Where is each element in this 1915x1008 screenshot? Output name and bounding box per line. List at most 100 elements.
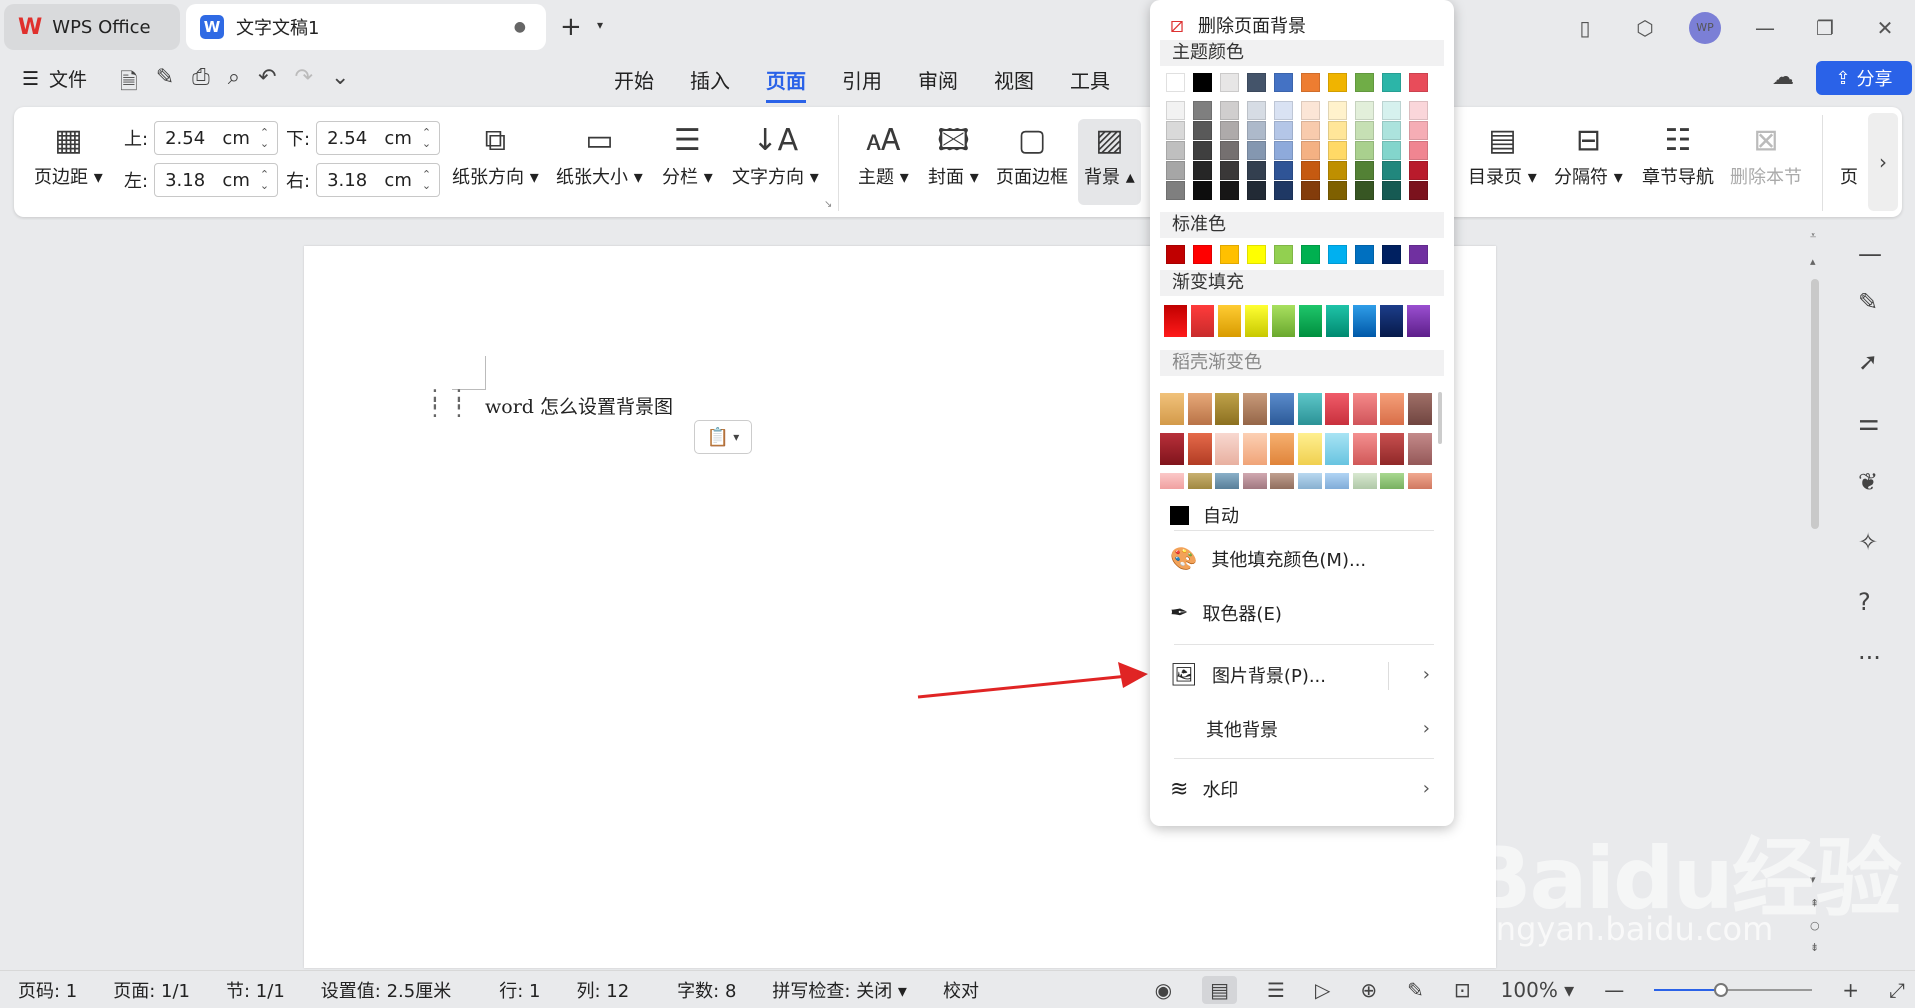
remove-page-background-item[interactable]: ⧄ 删除页面背景 xyxy=(1170,12,1306,38)
other-background-item[interactable]: 其他背景 xyxy=(1170,716,1278,742)
docer-gradient-swatch[interactable] xyxy=(1242,473,1267,489)
theme-shade-swatch[interactable] xyxy=(1274,181,1293,200)
theme-shade-swatch[interactable] xyxy=(1382,161,1401,180)
theme-shade-swatch[interactable] xyxy=(1166,181,1185,200)
standard-color-swatch[interactable] xyxy=(1328,245,1347,264)
gradient-fill-swatch[interactable] xyxy=(1164,305,1187,337)
docer-gradient-swatch[interactable] xyxy=(1380,433,1404,465)
theme-shade-swatch[interactable] xyxy=(1355,141,1374,160)
docer-gradient-swatch[interactable] xyxy=(1270,433,1294,465)
gradient-fill-swatch[interactable] xyxy=(1353,305,1376,337)
docer-gradient-swatch[interactable] xyxy=(1297,433,1322,465)
theme-shade-swatch[interactable] xyxy=(1328,161,1347,180)
theme-color-swatch[interactable] xyxy=(1301,73,1320,92)
docer-gradient-swatch[interactable] xyxy=(1352,473,1377,489)
theme-shade-swatch[interactable] xyxy=(1382,141,1401,160)
docer-gradient-swatch[interactable] xyxy=(1187,393,1212,425)
theme-shade-swatch[interactable] xyxy=(1220,181,1239,200)
theme-shade-swatch[interactable] xyxy=(1328,101,1347,120)
docer-gradient-swatch[interactable] xyxy=(1160,433,1184,465)
standard-color-swatch[interactable] xyxy=(1409,245,1428,264)
standard-color-swatch[interactable] xyxy=(1301,245,1320,264)
theme-shade-swatch[interactable] xyxy=(1301,161,1320,180)
theme-shade-swatch[interactable] xyxy=(1220,141,1239,160)
theme-shade-swatch[interactable] xyxy=(1355,101,1374,120)
standard-color-swatch[interactable] xyxy=(1382,245,1401,264)
gradient-fill-swatch[interactable] xyxy=(1326,305,1349,337)
theme-color-swatch[interactable] xyxy=(1220,73,1239,92)
docer-gradient-swatch[interactable] xyxy=(1380,393,1404,425)
standard-color-swatch[interactable] xyxy=(1247,245,1266,264)
picture-background-chevron-icon[interactable]: › xyxy=(1423,664,1430,685)
theme-shade-swatch[interactable] xyxy=(1193,101,1212,120)
theme-shade-swatch[interactable] xyxy=(1274,161,1293,180)
docer-gradient-swatch[interactable] xyxy=(1160,473,1184,489)
other-background-chevron-icon[interactable]: › xyxy=(1423,718,1430,739)
docer-gradient-swatch[interactable] xyxy=(1325,433,1349,465)
theme-shade-swatch[interactable] xyxy=(1193,181,1212,200)
standard-color-swatch[interactable] xyxy=(1355,245,1374,264)
theme-shade-swatch[interactable] xyxy=(1193,141,1212,160)
docer-gradient-swatch[interactable] xyxy=(1242,393,1267,425)
theme-shade-swatch[interactable] xyxy=(1409,181,1428,200)
eyedropper-item[interactable]: ✒ 取色器(E) xyxy=(1170,600,1282,626)
theme-shade-swatch[interactable] xyxy=(1247,101,1266,120)
theme-shade-swatch[interactable] xyxy=(1382,101,1401,120)
theme-shade-swatch[interactable] xyxy=(1274,121,1293,140)
gradient-fill-swatch[interactable] xyxy=(1191,305,1214,337)
theme-color-swatch[interactable] xyxy=(1355,73,1374,92)
gradient-fill-swatch[interactable] xyxy=(1218,305,1241,337)
theme-shade-swatch[interactable] xyxy=(1247,141,1266,160)
theme-shade-swatch[interactable] xyxy=(1301,101,1320,120)
theme-shade-swatch[interactable] xyxy=(1274,101,1293,120)
docer-gradient-swatch[interactable] xyxy=(1270,393,1294,425)
gradient-fill-swatch[interactable] xyxy=(1272,305,1295,337)
watermark-chevron-icon[interactable]: › xyxy=(1423,778,1430,799)
docer-gradient-swatch[interactable] xyxy=(1215,473,1239,489)
theme-shade-swatch[interactable] xyxy=(1409,101,1428,120)
watermark-item[interactable]: ≋ 水印 xyxy=(1170,776,1238,802)
docer-gradient-swatch[interactable] xyxy=(1215,393,1239,425)
docer-gradient-swatch[interactable] xyxy=(1297,393,1322,425)
docer-gradient-swatch[interactable] xyxy=(1270,473,1294,489)
docer-gradient-swatch[interactable] xyxy=(1325,393,1349,425)
theme-color-swatch[interactable] xyxy=(1166,73,1185,92)
theme-shade-swatch[interactable] xyxy=(1301,141,1320,160)
theme-shade-swatch[interactable] xyxy=(1409,161,1428,180)
theme-shade-swatch[interactable] xyxy=(1166,141,1185,160)
theme-color-swatch[interactable] xyxy=(1247,73,1266,92)
theme-shade-swatch[interactable] xyxy=(1220,101,1239,120)
theme-shade-swatch[interactable] xyxy=(1247,181,1266,200)
auto-color-item[interactable]: 自动 xyxy=(1170,502,1239,528)
theme-shade-swatch[interactable] xyxy=(1328,141,1347,160)
docer-gradient-swatch[interactable] xyxy=(1352,433,1377,465)
docer-gradient-swatch[interactable] xyxy=(1380,473,1404,489)
theme-shade-swatch[interactable] xyxy=(1166,121,1185,140)
gradient-fill-swatch[interactable] xyxy=(1299,305,1322,337)
docer-gradient-swatch[interactable] xyxy=(1187,473,1212,489)
theme-shade-swatch[interactable] xyxy=(1328,121,1347,140)
theme-shade-swatch[interactable] xyxy=(1274,141,1293,160)
standard-color-swatch[interactable] xyxy=(1166,245,1185,264)
theme-shade-swatch[interactable] xyxy=(1409,141,1428,160)
swatch-scrollbar[interactable] xyxy=(1438,392,1442,444)
theme-color-swatch[interactable] xyxy=(1382,73,1401,92)
theme-color-swatch[interactable] xyxy=(1409,73,1428,92)
theme-shade-swatch[interactable] xyxy=(1166,101,1185,120)
docer-gradient-swatch[interactable] xyxy=(1187,433,1212,465)
docer-gradient-swatch[interactable] xyxy=(1215,433,1239,465)
standard-color-swatch[interactable] xyxy=(1220,245,1239,264)
theme-shade-swatch[interactable] xyxy=(1247,121,1266,140)
docer-gradient-swatch[interactable] xyxy=(1325,473,1349,489)
docer-gradient-swatch[interactable] xyxy=(1160,393,1184,425)
standard-color-swatch[interactable] xyxy=(1274,245,1293,264)
docer-gradient-swatch[interactable] xyxy=(1407,393,1432,425)
theme-shade-swatch[interactable] xyxy=(1247,161,1266,180)
theme-shade-swatch[interactable] xyxy=(1301,121,1320,140)
theme-color-swatch[interactable] xyxy=(1328,73,1347,92)
gradient-fill-swatch[interactable] xyxy=(1380,305,1403,337)
docer-gradient-swatch[interactable] xyxy=(1297,473,1322,489)
standard-color-swatch[interactable] xyxy=(1193,245,1212,264)
picture-background-item[interactable]: 🖼 图片背景(P)... xyxy=(1170,662,1326,688)
theme-shade-swatch[interactable] xyxy=(1355,121,1374,140)
